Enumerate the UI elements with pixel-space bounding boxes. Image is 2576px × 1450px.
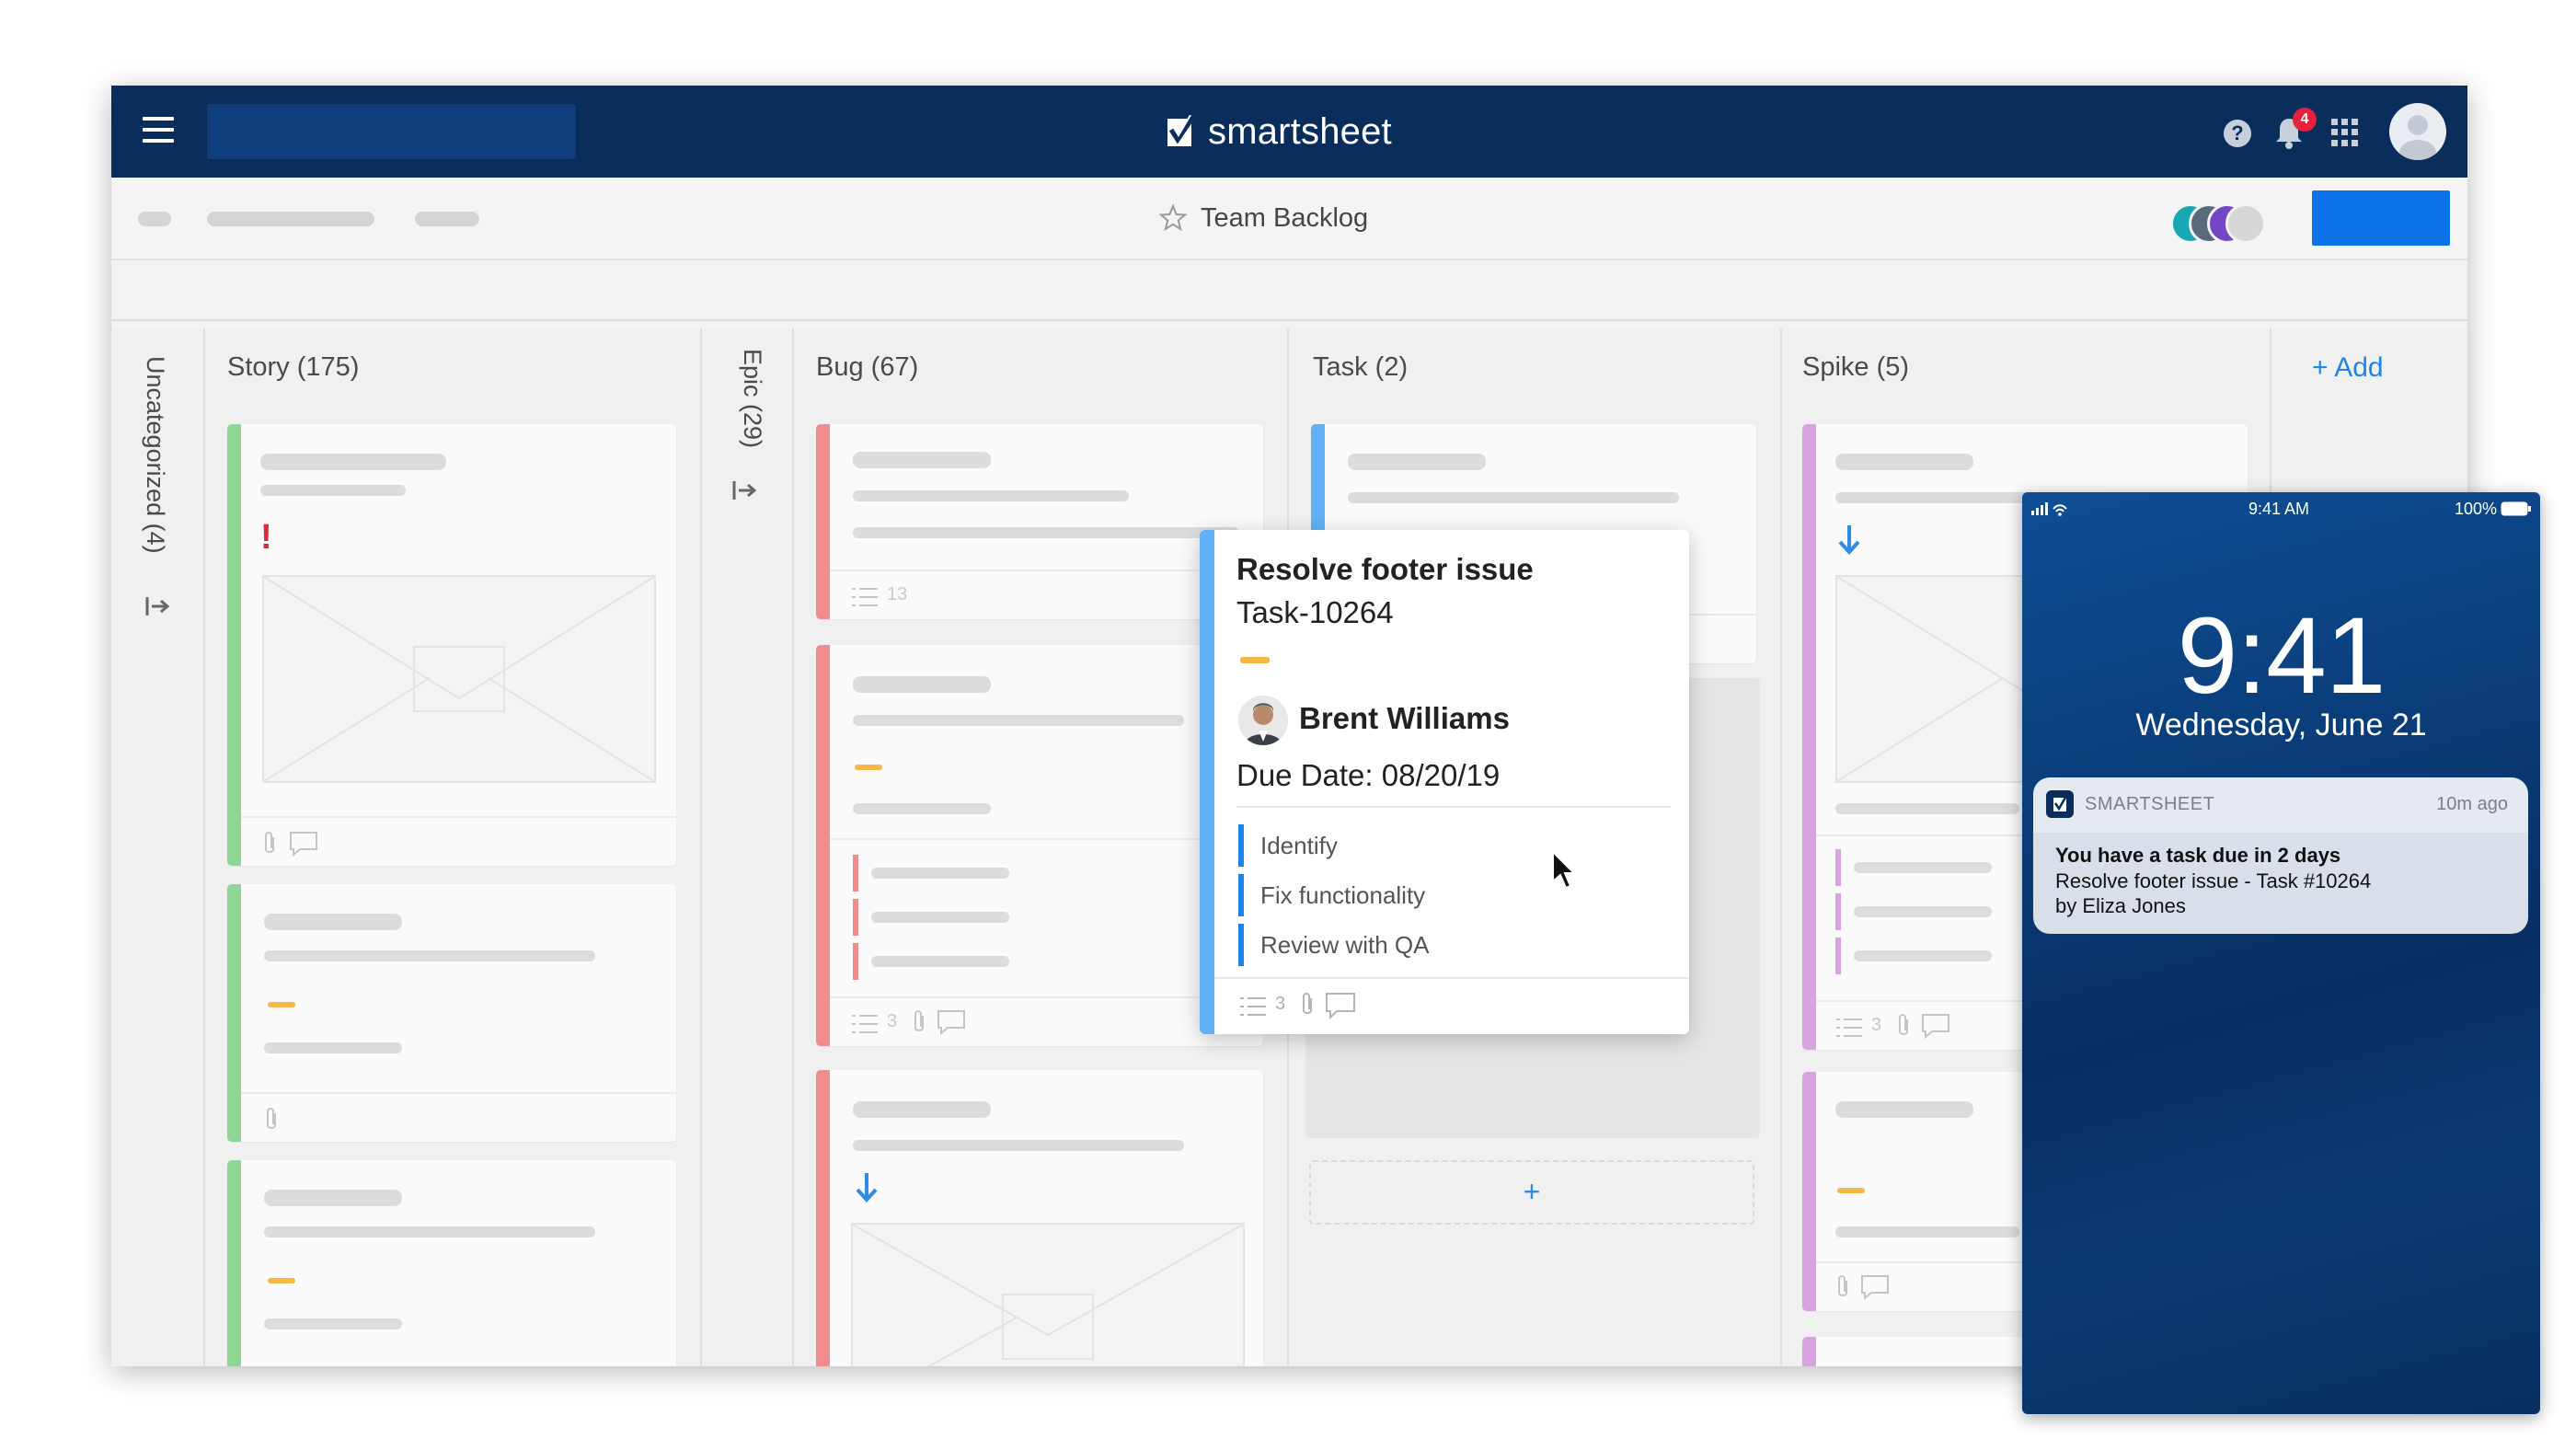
notification-title: You have a task due in 2 days	[2055, 844, 2341, 867]
brand-name: smartsheet	[1208, 110, 1392, 152]
high-priority-icon: !	[260, 518, 272, 557]
notification-author: by Eliza Jones	[2055, 894, 2186, 917]
lane-uncategorized[interactable]: Uncategorized (4)	[111, 328, 205, 1366]
star-icon[interactable]	[1158, 203, 1188, 233]
smartsheet-logo-icon	[1167, 115, 1196, 146]
checklist-icon[interactable]	[1834, 1017, 1864, 1039]
apps-grid-icon[interactable]	[2331, 119, 2359, 146]
status-bar-time: 9:41 AM	[2248, 500, 2310, 518]
lane-title-story: Story (175)	[227, 352, 360, 382]
card-title: Resolve footer issue	[1236, 552, 1534, 586]
arrow-down-icon	[856, 1173, 878, 1203]
attachment-icon[interactable]	[1834, 1274, 1851, 1300]
bug-card[interactable]	[816, 1070, 1263, 1366]
attachment-icon[interactable]	[911, 1009, 927, 1035]
toolbar-row	[111, 260, 2467, 321]
attachment-icon[interactable]	[261, 831, 278, 857]
medium-priority-icon	[268, 1002, 295, 1007]
menu-icon[interactable]	[143, 117, 174, 144]
signal-wifi-icon	[2031, 502, 2067, 516]
subtask-count: 13	[887, 584, 908, 604]
bug-card[interactable]: 3	[816, 645, 1263, 1046]
breadcrumb-placeholder[interactable]	[207, 212, 374, 226]
attachment-icon[interactable]	[1895, 1013, 1912, 1039]
task-card-expanded[interactable]: Resolve footer issue Task-10264 Brent Wi…	[1200, 530, 1689, 1034]
notification-count-badge: 4	[2293, 108, 2317, 132]
story-card[interactable]	[227, 884, 676, 1142]
lane-title-uncategorized: Uncategorized (4)	[142, 356, 169, 554]
share-button[interactable]	[2312, 190, 2450, 246]
add-lane-button[interactable]: + Add	[2312, 352, 2384, 384]
attachment-icon[interactable]	[1299, 992, 1316, 1018]
checklist-icon[interactable]	[850, 1013, 880, 1035]
collapse-lane-icon[interactable]	[144, 595, 172, 617]
comment-icon[interactable]	[1325, 992, 1356, 1019]
story-card[interactable]	[227, 1160, 676, 1366]
due-date: Due Date: 08/20/19	[1236, 758, 1501, 792]
add-card-button[interactable]: +	[1309, 1160, 1754, 1225]
cursor-icon	[1552, 850, 1577, 890]
collaborator-avatars[interactable]	[2170, 203, 2266, 244]
image-placeholder	[262, 575, 656, 783]
lane-title-epic: Epic (29)	[739, 349, 766, 449]
push-notification[interactable]: SMARTSHEET 10m ago You have a task due i…	[2033, 777, 2528, 934]
sheet-title: Team Backlog	[1158, 198, 1368, 238]
battery-percent: 100%	[2455, 500, 2498, 518]
lane-title-bug: Bug (67)	[816, 352, 919, 382]
smartsheet-app-icon	[2046, 790, 2074, 818]
help-icon[interactable]: ?	[2224, 120, 2251, 147]
subtask-count: 3	[887, 1011, 898, 1031]
top-navigation-bar: smartsheet ? 4	[111, 86, 2467, 178]
medium-priority-icon	[268, 1278, 295, 1283]
image-placeholder	[851, 1223, 1245, 1366]
medium-priority-icon	[1837, 1188, 1865, 1193]
attachment-icon[interactable]	[263, 1107, 280, 1133]
checklist-icon[interactable]	[850, 586, 880, 608]
medium-priority-icon	[1240, 657, 1270, 663]
lock-screen-date: Wednesday, June 21	[2135, 708, 2427, 742]
bug-card[interactable]: 13	[816, 424, 1263, 619]
notification-app-name: SMARTSHEET	[2085, 794, 2215, 814]
subtask-count: 3	[1871, 1015, 1882, 1035]
assignee-name: Brent Williams	[1299, 701, 1510, 735]
comment-icon[interactable]	[1921, 1013, 1950, 1039]
sheet-title-text: Team Backlog	[1201, 202, 1369, 233]
story-card[interactable]: !	[227, 424, 676, 866]
checklist-icon[interactable]	[1238, 995, 1268, 1018]
assignee-avatar	[1238, 696, 1288, 745]
lane-story: Story (175) !	[203, 328, 702, 1366]
comment-icon[interactable]	[1860, 1274, 1890, 1300]
comment-icon[interactable]	[289, 831, 318, 857]
user-avatar-icon[interactable]	[2389, 103, 2446, 160]
subtask-count: 3	[1275, 994, 1286, 1014]
lock-screen-clock: 9:41	[2177, 595, 2386, 717]
subtask-item[interactable]: Identify	[1238, 824, 1338, 867]
arrow-down-icon	[1838, 525, 1860, 555]
breadcrumb-placeholder[interactable]	[138, 212, 171, 226]
card-task-id: Task-10264	[1236, 595, 1394, 629]
lane-title-spike: Spike (5)	[1802, 352, 1910, 382]
subtask-item[interactable]: Fix functionality	[1238, 874, 1425, 916]
lane-title-task: Task (2)	[1313, 352, 1409, 382]
notification-body: Resolve footer issue - Task #10264	[2055, 869, 2372, 892]
subtask-item[interactable]: Review with QA	[1238, 924, 1430, 966]
medium-priority-icon	[855, 765, 882, 770]
sheet-header-bar: Team Backlog	[111, 178, 2467, 260]
battery-icon	[2501, 501, 2531, 516]
search-bar-placeholder[interactable]	[207, 104, 576, 159]
comment-icon[interactable]	[937, 1009, 966, 1035]
breadcrumb-placeholder[interactable]	[415, 212, 479, 226]
notification-time: 10m ago	[2436, 794, 2508, 814]
collapse-lane-icon[interactable]	[731, 479, 759, 501]
add-card-label: +	[1523, 1175, 1541, 1208]
lane-epic[interactable]: Epic (29)	[700, 328, 794, 1366]
brand: smartsheet	[1166, 106, 1392, 157]
phone-lock-screen: 9:41 AM 100% 9:41 Wednesday, June 21 SMA…	[2022, 492, 2540, 1414]
